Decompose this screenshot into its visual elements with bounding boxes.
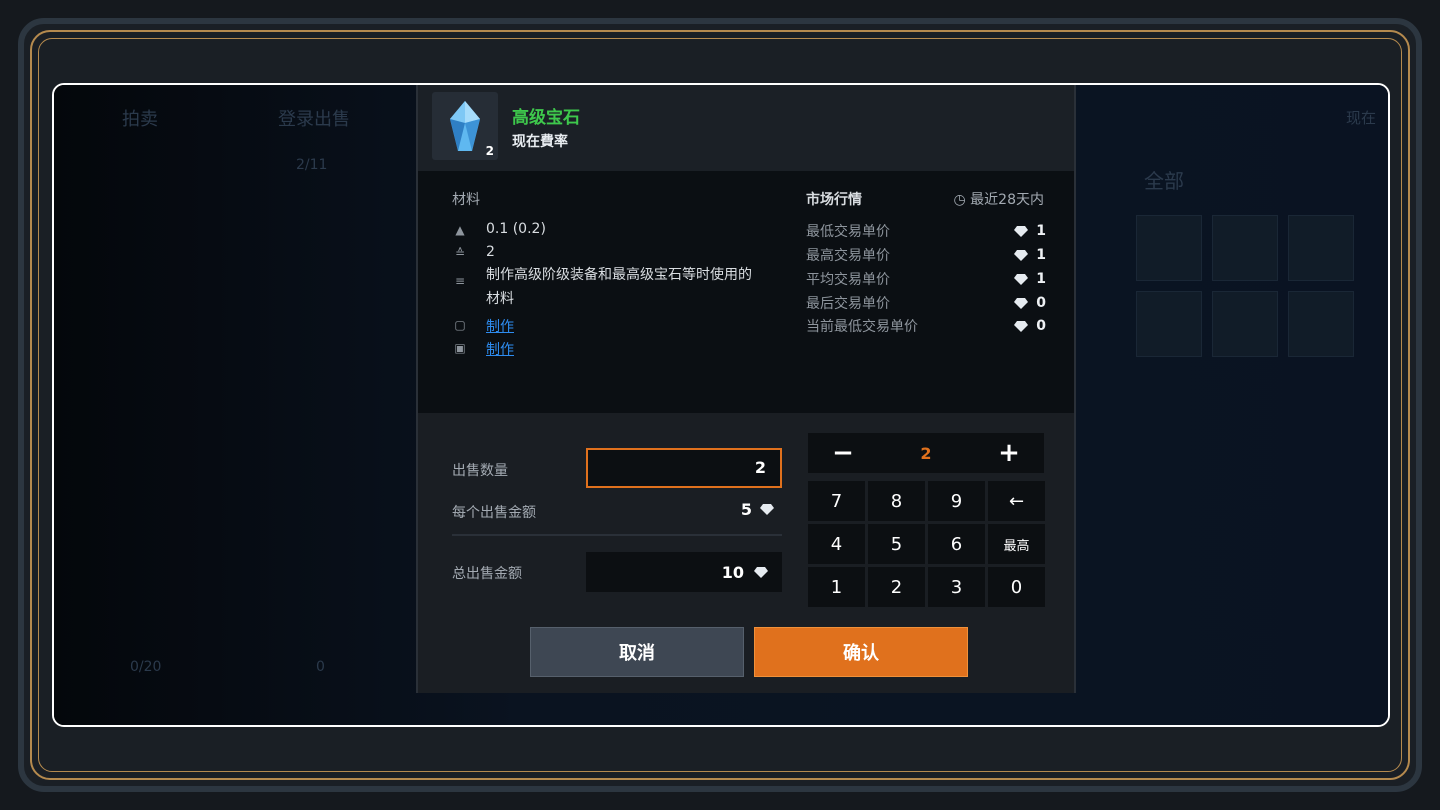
- weight-value: 0.1 (0.2): [486, 221, 546, 237]
- market-row-value: 0: [1036, 318, 1046, 334]
- item-icon-slot[interactable]: 2: [432, 92, 498, 160]
- description-icon: ≡: [454, 274, 466, 288]
- key-5[interactable]: 5: [868, 524, 925, 564]
- bg-filter-all: 全部: [1144, 169, 1184, 193]
- item-name: 高级宝石: [512, 108, 580, 128]
- diamond-icon: [1014, 225, 1029, 237]
- max-key[interactable]: 最高: [988, 524, 1045, 564]
- bg-footer-diamond: 0: [316, 659, 325, 675]
- bg-item-tile: [1288, 215, 1354, 281]
- market-period-text: 最近28天内: [970, 192, 1044, 208]
- qty-label: 出售数量: [452, 463, 508, 479]
- info-title: 材料: [452, 192, 480, 208]
- key-3[interactable]: 3: [928, 567, 985, 607]
- confirm-button[interactable]: 确认: [754, 627, 968, 677]
- weight-row: ▲ 0.1 (0.2): [452, 221, 546, 239]
- bg-right-label: 现在: [1346, 109, 1377, 127]
- key-6[interactable]: 6: [928, 524, 985, 564]
- market-row-label: 最低交易单价: [806, 224, 890, 240]
- market-title: 市场行情: [806, 192, 862, 208]
- bg-item-tile: [1136, 215, 1202, 281]
- market-row-value: 1: [1036, 247, 1046, 263]
- description-text: 制作高级阶级装备和最高级宝石等时使用的材料: [486, 267, 752, 307]
- market-row-label: 当前最低交易单价: [806, 319, 918, 335]
- unit-price: 5: [741, 500, 774, 519]
- weight-icon: ▲: [455, 223, 465, 237]
- cancel-button[interactable]: 取消: [530, 627, 744, 677]
- craft-link-row-2: ▣ 制作: [452, 339, 514, 359]
- key-2[interactable]: 2: [868, 567, 925, 607]
- divider: [452, 534, 782, 536]
- clock-icon: ◷: [953, 192, 966, 208]
- bg-item-tile: [1288, 291, 1354, 357]
- market-row-label: 最后交易单价: [806, 296, 890, 312]
- total-label: 总出售金额: [452, 566, 522, 582]
- quantity-stepper: − 2 +: [808, 433, 1044, 473]
- diamond-icon: [1014, 297, 1029, 309]
- number-keypad: 7 8 9 ← 4 5 6 最高 1 2 3 0: [808, 481, 1045, 607]
- sell-dialog: 2 高级宝石 现在費率 材料 ▲ 0.1 (0.2) ≙ 2 ≡ 制作高级阶级装…: [416, 85, 1076, 693]
- craft-link-1[interactable]: 制作: [486, 316, 514, 336]
- bg-item-tile: [1136, 291, 1202, 357]
- item-info-panel: 材料 ▲ 0.1 (0.2) ≙ 2 ≡ 制作高级阶级装备和最高级宝石等时使用的…: [418, 171, 1074, 413]
- key-1[interactable]: 1: [808, 567, 865, 607]
- stack-row: ≙ 2: [452, 244, 495, 262]
- diamond-icon: [754, 566, 768, 578]
- diamond-icon: [1014, 249, 1029, 261]
- key-7[interactable]: 7: [808, 481, 865, 521]
- stack-icon: ≙: [454, 246, 466, 260]
- market-row-value: 1: [1036, 271, 1046, 287]
- item-subtitle: 现在費率: [512, 134, 568, 150]
- market-row: 最后交易单价 0: [806, 293, 1046, 313]
- key-4[interactable]: 4: [808, 524, 865, 564]
- craft-link-2[interactable]: 制作: [486, 339, 514, 359]
- description-row: ≡ 制作高级阶级装备和最高级宝石等时使用的材料: [452, 267, 752, 311]
- market-row: 最低交易单价 1: [806, 221, 1046, 241]
- market-row-value: 1: [1036, 223, 1046, 239]
- market-row-value: 0: [1036, 295, 1046, 311]
- bg-tab-register: 登录出售: [278, 109, 350, 130]
- sell-panel: 出售数量 2 每个出售金额 5 总出售金额 10 − 2 + 7 8 9 ← 4…: [418, 413, 1074, 693]
- qty-input[interactable]: 2: [586, 448, 782, 488]
- key-0[interactable]: 0: [988, 567, 1045, 607]
- backspace-key[interactable]: ←: [988, 481, 1045, 521]
- increment-button[interactable]: +: [994, 438, 1024, 468]
- market-period: ◷ 最近28天内: [954, 189, 1045, 209]
- key-8[interactable]: 8: [868, 481, 925, 521]
- diamond-icon: [760, 504, 774, 515]
- decrement-button[interactable]: −: [828, 438, 858, 468]
- market-row: 平均交易单价 1: [806, 269, 1046, 289]
- bg-footer-count: 0/20: [130, 659, 162, 675]
- bg-item-tile: [1212, 215, 1278, 281]
- total-price: 10: [586, 552, 782, 592]
- craft-icon: ▢: [454, 318, 466, 332]
- clipboard-check-icon: ▣: [454, 341, 466, 355]
- bg-item-tile: [1212, 291, 1278, 357]
- item-count: 2: [485, 144, 494, 158]
- market-row: 当前最低交易单价 0: [806, 316, 1046, 336]
- market-row-label: 平均交易单价: [806, 272, 890, 288]
- market-row-label: 最高交易单价: [806, 248, 890, 264]
- stack-value: 2: [486, 244, 495, 260]
- key-9[interactable]: 9: [928, 481, 985, 521]
- market-row: 最高交易单价 1: [806, 245, 1046, 265]
- blue-gem-icon: [450, 101, 480, 151]
- bg-tab-auction: 拍卖: [122, 109, 158, 130]
- diamond-icon: [1014, 273, 1029, 285]
- dialog-header: 2 高级宝石 现在費率: [418, 85, 1074, 171]
- unit-price-label: 每个出售金额: [452, 505, 536, 521]
- unit-price-value: 5: [740, 500, 752, 519]
- bg-date: 2/11: [296, 157, 328, 173]
- stepper-value: 2: [920, 443, 932, 463]
- diamond-icon: [1014, 320, 1029, 332]
- game-screen: 拍卖 登录出售 2/11 现在 全部 0/20 0 2 高级宝石 现在費率 材料…: [52, 83, 1390, 727]
- craft-link-row-1: ▢ 制作: [452, 316, 514, 336]
- total-price-value: 10: [721, 562, 744, 582]
